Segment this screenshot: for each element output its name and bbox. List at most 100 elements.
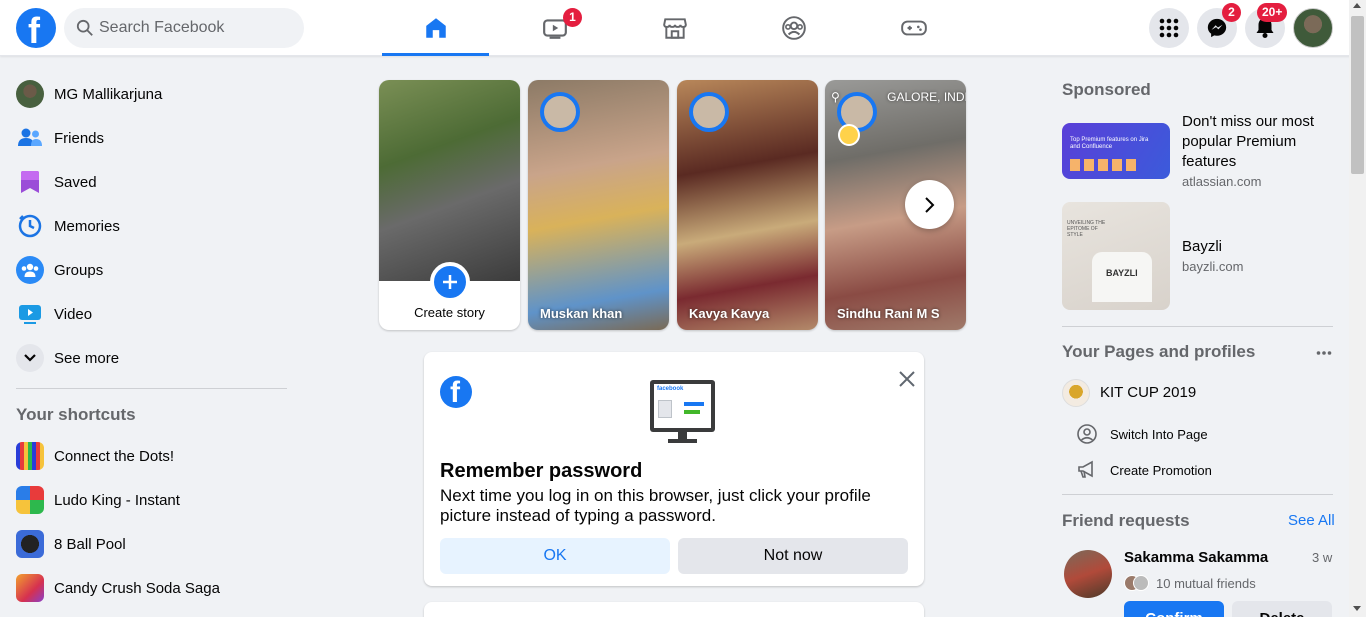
pages-options-button[interactable] (1316, 343, 1334, 361)
ad-domain: bayzli.com (1182, 259, 1244, 274)
notifications-badge: 20+ (1257, 3, 1288, 22)
search-icon (76, 19, 93, 36)
card-title: Remember password (440, 460, 643, 482)
tab-groups[interactable] (740, 0, 847, 56)
monitor-brand-text: facebook (657, 386, 684, 392)
scroll-down-arrow-icon[interactable] (1353, 606, 1361, 611)
sidebar-item-label: Video (54, 305, 93, 323)
shortcut-label: Ludo King - Instant (54, 491, 180, 509)
right-divider (1062, 494, 1333, 495)
switch-into-page-button[interactable]: Switch Into Page (1076, 422, 1208, 446)
ad-title[interactable]: Don't miss our most popular Premium feat… (1182, 112, 1332, 172)
tab-marketplace[interactable] (621, 0, 728, 56)
page-name[interactable]: KIT CUP 2019 (1100, 384, 1196, 401)
remember-password-card: f facebook Remember password Next time y… (424, 352, 924, 586)
sidebar-item-video[interactable]: Video (16, 294, 286, 334)
video-icon (16, 300, 44, 328)
sidebar-item-memories[interactable]: Memories (16, 206, 286, 246)
home-icon (425, 18, 446, 38)
story-card[interactable]: Kavya Kavya (677, 80, 818, 330)
bookmark-icon (16, 168, 44, 196)
ad-image-text: Top Premium features on Jira and Conflue… (1070, 137, 1149, 150)
sidebar-item-label: Memories (54, 217, 120, 235)
sidebar-item-label: Groups (54, 261, 104, 279)
create-story-photo (379, 80, 520, 281)
sidebar-item-see-more[interactable]: See more (16, 338, 286, 378)
story-card[interactable]: Muskan khan (528, 80, 669, 330)
story-location-text: GALORE, INDIA (887, 90, 966, 104)
shortcut-label: Connect the Dots! (54, 447, 175, 465)
friend-requests-title: Friend requests (1062, 511, 1190, 530)
shortcut-8-ball-pool[interactable]: 8 Ball Pool (16, 524, 286, 564)
connect-the-dots-icon (16, 442, 44, 470)
story-avatar (540, 92, 580, 132)
search-input[interactable] (99, 8, 294, 48)
chevron-down-icon (16, 344, 44, 372)
clock-icon (16, 212, 44, 240)
mutual-friends-avatars (1124, 575, 1154, 591)
scroll-up-arrow-icon[interactable] (1353, 3, 1361, 8)
tab-watch[interactable]: 1 (501, 0, 608, 56)
shortcut-candy-crush[interactable]: Candy Crush Soda Saga (16, 568, 286, 608)
create-story-label: Create story (414, 305, 485, 320)
ad-title[interactable]: Bayzli (1182, 237, 1332, 257)
friends-icon (16, 124, 44, 152)
shortcut-ludo-king[interactable]: Ludo King - Instant (16, 480, 286, 520)
stories-next-button[interactable] (905, 180, 954, 229)
shortcuts-title: Your shortcuts (16, 405, 136, 424)
page-avatar[interactable] (1062, 379, 1090, 407)
menu-button[interactable] (1149, 8, 1189, 48)
sidebar-item-friends[interactable]: Friends (16, 118, 286, 158)
story-author: Sindhu Rani M S (837, 306, 940, 321)
shortcut-label: 8 Ball Pool (54, 535, 126, 553)
sidebar-item-profile[interactable]: MG Mallikarjuna (16, 74, 286, 114)
account-avatar[interactable] (1293, 8, 1333, 48)
ad-avatars (1070, 159, 1140, 171)
shortcut-label: Candy Crush Soda Saga (54, 579, 220, 597)
mutual-friends-count: 10 mutual friends (1156, 576, 1256, 591)
scrollbar-thumb[interactable] (1351, 16, 1364, 174)
search-box[interactable] (64, 8, 304, 48)
sponsored-title: Sponsored (1062, 80, 1151, 99)
sidebar-item-groups[interactable]: Groups (16, 250, 286, 290)
delete-button[interactable]: Delete (1232, 601, 1332, 617)
notifications-button[interactable]: 20+ (1245, 3, 1288, 48)
ad-domain: atlassian.com (1182, 174, 1262, 189)
sidebar-item-saved[interactable]: Saved (16, 162, 286, 202)
emoji-sticker-icon (838, 124, 860, 146)
plus-icon (443, 275, 457, 289)
create-promotion-button[interactable]: Create Promotion (1076, 458, 1212, 482)
more-options-icon (1316, 351, 1332, 355)
profile-avatar (16, 80, 44, 108)
messenger-badge: 2 (1222, 3, 1241, 22)
watch-badge: 1 (563, 8, 582, 27)
tab-home[interactable] (382, 0, 489, 56)
game-controller-icon (900, 20, 927, 36)
top-navigation-bar: f 1 2 20+ (0, 0, 1366, 56)
shortcut-connect-the-dots[interactable]: Connect the Dots! (16, 436, 286, 476)
close-button[interactable] (898, 370, 918, 390)
add-story-button[interactable] (430, 262, 470, 302)
close-icon (899, 371, 915, 387)
tab-gaming[interactable] (860, 0, 967, 56)
ok-button[interactable]: OK (440, 538, 670, 574)
candy-crush-icon (16, 574, 44, 602)
messenger-button[interactable]: 2 (1197, 3, 1241, 48)
grid-menu-icon (1159, 18, 1179, 38)
promo-label: Create Promotion (1110, 462, 1212, 478)
confirm-button[interactable]: Confirm (1124, 601, 1224, 617)
megaphone-icon (1078, 460, 1093, 478)
story-author: Kavya Kavya (689, 306, 770, 321)
create-story-card[interactable]: Create story (379, 80, 520, 330)
post-composer-peek (424, 602, 924, 617)
ad-image-bayzli[interactable]: UNVEILING THE EPITOME OF STYLE BAYZLI (1062, 202, 1170, 310)
facebook-logo: f (440, 376, 472, 408)
not-now-button[interactable]: Not now (678, 538, 908, 574)
ludo-king-icon (16, 486, 44, 514)
ad-image-atlassian[interactable]: Top Premium features on Jira and Conflue… (1062, 123, 1170, 179)
sidebar-item-label: Saved (54, 173, 97, 191)
friend-request-avatar[interactable] (1064, 550, 1112, 598)
friend-request-name[interactable]: Sakamma Sakamma (1124, 549, 1268, 566)
facebook-logo[interactable]: f (16, 8, 56, 51)
see-all-link[interactable]: See All (1288, 512, 1335, 529)
